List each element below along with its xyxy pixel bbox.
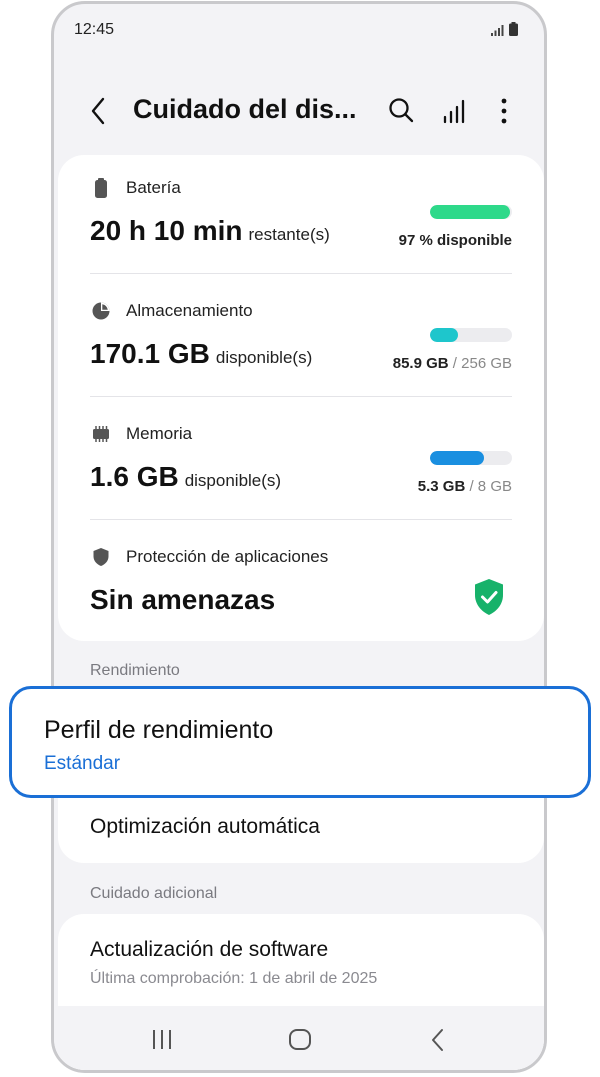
storage-row[interactable]: Almacenamiento 170.1 GB disponible(s) 85.… [90, 300, 512, 390]
more-options-icon[interactable] [489, 96, 519, 126]
pie-chart-icon [92, 302, 110, 320]
software-update-item[interactable]: Actualización de software Última comprob… [58, 914, 544, 1008]
memory-available: 1.6 GB disponible(s) [90, 461, 282, 492]
memory-chip-icon [93, 426, 109, 442]
recent-apps-icon[interactable] [147, 1026, 177, 1054]
performance-profile-value: Estándar [44, 753, 121, 774]
status-bar: 12:45 [54, 4, 544, 54]
memory-row[interactable]: Memoria 1.6 GB disponible(s) 5.3 GB / 8 G… [90, 423, 512, 513]
navigation-bar [54, 1006, 544, 1070]
section-header-cuidado-adicional: Cuidado adicional [90, 885, 218, 902]
battery-caption: 97 % disponible [398, 232, 512, 249]
phone-frame: 12:45 Cuidado del dis... Batería 20 h 10… [51, 1, 547, 1073]
status-icons [491, 22, 518, 36]
battery-row[interactable]: Batería 20 h 10 min restante(s) 97 % disp… [90, 177, 512, 267]
signal-chart-icon[interactable] [440, 96, 470, 126]
app-bar: Cuidado del dis... [54, 84, 544, 140]
home-icon[interactable] [285, 1026, 315, 1054]
battery-label: Batería [126, 178, 181, 197]
divider [90, 519, 512, 520]
storage-usage-bar [430, 328, 512, 342]
section-header-rendimiento: Rendimiento [90, 662, 180, 679]
battery-level-bar [430, 205, 512, 219]
memory-usage-bar [430, 451, 512, 465]
performance-profile-title: Perfil de rendimiento [44, 716, 274, 744]
app-protection-status: Sin amenazas [90, 584, 276, 615]
page-title: Cuidado del dis... [133, 94, 357, 124]
software-update-title: Actualización de software [90, 938, 329, 961]
performance-profile-item[interactable]: Perfil de rendimiento Estándar [9, 686, 591, 798]
divider [90, 273, 512, 274]
divider [90, 396, 512, 397]
battery-icon [95, 178, 107, 198]
signal-icon [491, 25, 504, 36]
app-protection-row[interactable]: Protección de aplicaciones Sin amenazas [90, 546, 512, 626]
shield-check-icon [475, 579, 503, 615]
back-arrow-icon[interactable] [84, 96, 114, 126]
app-protection-label: Protección de aplicaciones [126, 547, 329, 566]
storage-caption: 85.9 GB / 256 GB [392, 355, 512, 372]
shield-icon [93, 548, 109, 566]
battery-status-icon [509, 22, 518, 36]
battery-remaining: 20 h 10 min restante(s) [90, 215, 330, 246]
back-nav-icon[interactable] [423, 1026, 453, 1054]
device-status-card: Batería 20 h 10 min restante(s) 97 % disp… [58, 155, 544, 641]
status-time: 12:45 [74, 21, 115, 38]
auto-optimization-item[interactable]: Optimización automática [90, 815, 320, 839]
search-icon[interactable] [386, 96, 416, 126]
memory-label: Memoria [126, 424, 193, 443]
storage-label: Almacenamiento [126, 301, 253, 320]
storage-available: 170.1 GB disponible(s) [90, 338, 313, 369]
memory-caption: 5.3 GB / 8 GB [417, 478, 512, 495]
software-update-last-check: Última comprobación: 1 de abril de 2025 [90, 970, 378, 987]
